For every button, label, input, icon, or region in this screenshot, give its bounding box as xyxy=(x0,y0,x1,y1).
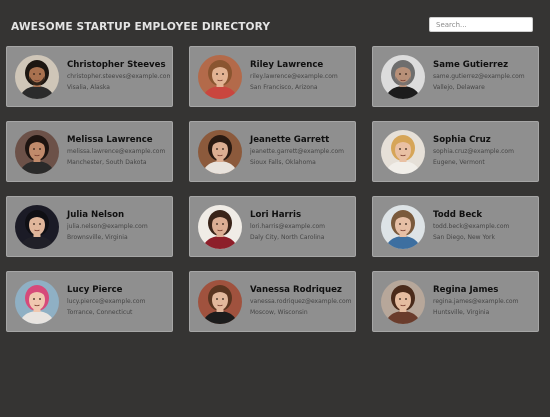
employee-card[interactable]: Sophia Cruz sophia.cruz@example.com Eugene… xyxy=(372,121,539,182)
employee-info: Melissa Lawrence melissa.lawrence@example… xyxy=(67,135,170,167)
employee-card[interactable]: Lori Harris lori.harris@example.com Daly C… xyxy=(189,196,356,257)
employee-info: Julia Nelson julia.nelson@example.com Brow… xyxy=(67,210,170,242)
employee-info: Lucy Pierce lucy.pierce@example.com Torran… xyxy=(67,285,170,317)
employee-info: Christopher Steeves christopher.steeves@e… xyxy=(67,60,170,92)
employee-location: Visalia, Alaska xyxy=(67,84,110,91)
employee-location: Huntsville, Virginia xyxy=(433,309,490,316)
employee-info: Jeanette Garrett jeanette.garrett@example… xyxy=(250,135,353,167)
employee-info: Lori Harris lori.harris@example.com Daly C… xyxy=(250,210,353,242)
employee-card[interactable]: Julia Nelson julia.nelson@example.com Brow… xyxy=(6,196,173,257)
employee-info: Regina James regina.james@example.com Hunt… xyxy=(433,285,536,317)
employee-name: Riley Lawrence xyxy=(250,60,324,70)
employee-avatar xyxy=(198,55,242,99)
employee-card[interactable]: Regina James regina.james@example.com Hunt… xyxy=(372,271,539,332)
employee-name: Lucy Pierce xyxy=(67,285,123,295)
employee-card[interactable]: Riley Lawrence riley.lawrence@example.com… xyxy=(189,46,356,107)
page-title: AWESOME STARTUP EMPLOYEE DIRECTORY xyxy=(11,21,271,33)
employee-location: Brownsville, Virginia xyxy=(67,234,128,241)
employee-location: Sioux Falls, Oklahoma xyxy=(250,159,316,166)
employee-email: riley.lawrence@example.com xyxy=(250,73,338,80)
employee-name: Todd Beck xyxy=(433,210,483,220)
employee-card[interactable]: Melissa Lawrence melissa.lawrence@example… xyxy=(6,121,173,182)
employee-email: regina.james@example.com xyxy=(433,298,519,305)
employee-info: Riley Lawrence riley.lawrence@example.com… xyxy=(250,60,353,92)
employee-card[interactable]: Christopher Steeves christopher.steeves@e… xyxy=(6,46,173,107)
employee-avatar xyxy=(381,55,425,99)
employee-avatar xyxy=(198,130,242,174)
employee-card[interactable]: Lucy Pierce lucy.pierce@example.com Torran… xyxy=(6,271,173,332)
employee-location: Moscow, Wisconsin xyxy=(250,309,308,316)
employee-email: todd.beck@example.com xyxy=(433,223,510,230)
employee-card[interactable]: Todd Beck todd.beck@example.com San Diego,… xyxy=(372,196,539,257)
employee-location: Eugene, Vermont xyxy=(433,159,485,166)
employee-name: Christopher Steeves xyxy=(67,60,166,70)
employee-name: Sophia Cruz xyxy=(433,135,491,145)
employee-location: San Diego, New York xyxy=(433,234,495,241)
employee-avatar xyxy=(15,130,59,174)
employee-avatar xyxy=(198,280,242,324)
employee-avatar xyxy=(15,55,59,99)
employee-email: sophia.cruz@example.com xyxy=(433,148,514,155)
employee-email: same.gutierrez@example.com xyxy=(433,73,525,80)
employee-name: Julia Nelson xyxy=(67,210,125,220)
employee-avatar xyxy=(381,130,425,174)
employee-info: Same Gutierrez same.gutierrez@example.com… xyxy=(433,60,536,92)
employee-card[interactable]: Jeanette Garrett jeanette.garrett@example… xyxy=(189,121,356,182)
employee-name: Vanessa Rodriquez xyxy=(250,285,342,295)
employee-card[interactable]: Same Gutierrez same.gutierrez@example.com… xyxy=(372,46,539,107)
employee-location: Manchester, South Dakota xyxy=(67,159,147,166)
employee-name: Regina James xyxy=(433,285,499,295)
employee-email: julia.nelson@example.com xyxy=(67,223,148,230)
employee-name: Jeanette Garrett xyxy=(250,135,330,145)
employee-location: Torrance, Connecticut xyxy=(67,309,133,316)
employee-avatar xyxy=(381,205,425,249)
employee-email: lori.harris@example.com xyxy=(250,223,326,230)
employee-email: vanessa.rodriquez@example.com xyxy=(250,298,352,305)
employee-location: Vallejo, Delaware xyxy=(433,84,485,91)
employee-name: Lori Harris xyxy=(250,210,302,220)
search-input[interactable] xyxy=(429,17,533,32)
employee-info: Sophia Cruz sophia.cruz@example.com Eugene… xyxy=(433,135,536,167)
employee-info: Todd Beck todd.beck@example.com San Diego,… xyxy=(433,210,536,242)
employee-name: Same Gutierrez xyxy=(433,60,509,70)
employee-name: Melissa Lawrence xyxy=(67,135,153,145)
employee-card[interactable]: Vanessa Rodriquez vanessa.rodriquez@examp… xyxy=(189,271,356,332)
employee-email: melissa.lawrence@example.com xyxy=(67,148,166,155)
employee-avatar xyxy=(15,280,59,324)
employee-info: Vanessa Rodriquez vanessa.rodriquez@examp… xyxy=(250,285,353,317)
employee-email: lucy.pierce@example.com xyxy=(67,298,146,305)
employee-location: Daly City, North Carolina xyxy=(250,234,325,241)
employee-avatar xyxy=(15,205,59,249)
employee-avatar xyxy=(198,205,242,249)
employee-email: christopher.steeves@example.com xyxy=(67,73,170,80)
employee-email: jeanette.garrett@example.com xyxy=(250,148,344,155)
employee-grid: Christopher Steeves christopher.steeves@e… xyxy=(6,46,539,332)
employee-avatar xyxy=(381,280,425,324)
employee-location: San Francisco, Arizona xyxy=(250,84,318,91)
